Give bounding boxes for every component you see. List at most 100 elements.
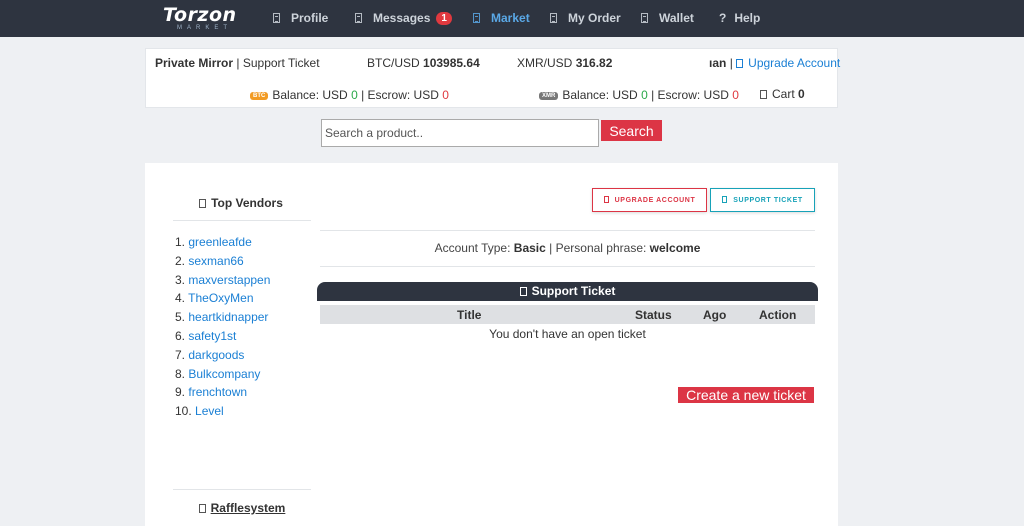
top-navbar: Torzon MARKET Profile Messages 1 Market … (0, 0, 1024, 37)
nav-help-label: Help (734, 11, 761, 25)
btc-coin-icon: BTC (250, 92, 269, 100)
support-ticket-button-label: SUPPORT TICKET (733, 197, 803, 204)
divider (173, 220, 311, 221)
account-info-box: Private Mirror | Support Ticket BTC/USD … (145, 48, 840, 108)
nav-profile-label: Profile (291, 11, 329, 25)
btc-rate: BTC/USD 103985.64 (367, 56, 480, 70)
private-mirror-label: Private Mirror (155, 56, 234, 70)
nav-my-order[interactable]: My Order (550, 10, 621, 26)
btc-balance-line: BTC Balance: USD 0 | Escrow: USD 0 (250, 88, 449, 102)
xmr-coin-icon: XMR (539, 92, 559, 100)
support-ticket-link[interactable]: Support Ticket (243, 56, 320, 70)
btc-balance-label: Balance: USD (272, 88, 348, 102)
xmr-balance-value: 0 (641, 88, 648, 102)
vendor-link[interactable]: frenchtown (188, 385, 247, 399)
xmr-rate-value: 316.82 (575, 56, 613, 70)
document-icon (550, 13, 557, 23)
list-item: 2. sexman66 (175, 254, 270, 273)
list-item: 4. TheOxyMen (175, 291, 270, 310)
rafflesystem-label: Rafflesystem (210, 501, 286, 515)
nav-messages-label: Messages (373, 11, 431, 25)
upgrade-account-link[interactable]: Upgrade Account (748, 56, 840, 70)
support-ticket-button[interactable]: SUPPORT TICKET (710, 188, 815, 212)
btc-escrow-value: 0 (442, 88, 449, 102)
nav-my-order-label: My Order (568, 11, 621, 25)
btc-escrow-label: | Escrow: USD (361, 88, 439, 102)
torzon-logo[interactable]: Torzon MARKET (163, 4, 243, 32)
divider (320, 266, 815, 267)
vendor-rank: 7. (175, 347, 186, 362)
list-item: 10. Level (175, 404, 270, 423)
separator: | (236, 56, 240, 70)
vendor-link[interactable]: Level (195, 404, 224, 418)
btc-balance-value: 0 (351, 88, 358, 102)
list-item: 6. safety1st (175, 329, 270, 348)
search-input[interactable] (321, 119, 599, 147)
search-button[interactable]: Search (601, 120, 662, 141)
vendor-rank: 2. (175, 253, 186, 268)
upgrade-account-button[interactable]: UPGRADE ACCOUNT (592, 188, 707, 212)
mirror-support-line: Private Mirror | Support Ticket (155, 56, 320, 70)
vendor-link[interactable]: TheOxyMen (188, 291, 253, 305)
xmr-balance-line: XMR Balance: USD 0 | Escrow: USD 0 (539, 88, 739, 102)
support-ticket-header: Support Ticket (317, 282, 818, 301)
nav-wallet-label: Wallet (659, 11, 694, 25)
document-icon (198, 504, 206, 513)
nav-help[interactable]: ? Help (719, 10, 760, 26)
btc-rate-value: 103985.64 (423, 56, 480, 70)
btc-rate-label: BTC/USD (367, 56, 420, 70)
document-icon (722, 196, 728, 203)
separator: | (729, 56, 733, 70)
vendor-rank: 5. (175, 310, 186, 325)
column-header-action: Action (759, 308, 797, 322)
divider (320, 230, 815, 231)
document-icon (641, 13, 648, 23)
nav-market[interactable]: Market (473, 10, 530, 26)
support-ticket-title: Support Ticket (531, 284, 616, 298)
vendor-link[interactable]: sexman66 (188, 254, 243, 268)
xmr-rate-label: XMR/USD (517, 56, 573, 70)
vendor-link[interactable]: safety1st (188, 329, 236, 343)
column-header-title: Title (457, 308, 482, 322)
list-item: 8. Bulkcompany (175, 367, 270, 386)
vendor-link[interactable]: darkgoods (188, 348, 244, 362)
vendor-link[interactable]: heartkidnapper (188, 310, 268, 324)
vendor-rank: 6. (175, 328, 186, 343)
create-ticket-button[interactable]: Create a new ticket (678, 387, 814, 403)
vendor-rank: 4. (175, 291, 186, 306)
account-type-label: Account Type: (434, 241, 511, 255)
xmr-escrow-value: 0 (732, 88, 739, 102)
logo-subtext: MARKET (177, 25, 233, 31)
list-item: 9. frenchtown (175, 385, 270, 404)
vendor-rank: 8. (175, 366, 186, 381)
ticket-table-header: Title Status Ago Action (320, 305, 815, 324)
document-icon (273, 13, 280, 23)
top-vendors-label: Top Vendors (211, 196, 283, 210)
vendor-link[interactable]: Bulkcompany (188, 367, 260, 381)
list-item: 3. maxverstappen (175, 273, 270, 292)
nav-wallet[interactable]: Wallet (641, 10, 694, 26)
cart-link[interactable]: Cart 0 (760, 87, 805, 101)
cart-count: 0 (798, 87, 805, 101)
personal-phrase-value: welcome (649, 241, 701, 255)
logo-text: Torzon (163, 4, 237, 26)
vendor-link[interactable]: maxverstappen (188, 273, 270, 287)
nav-profile[interactable]: Profile (273, 10, 328, 26)
empty-tickets-message: You don't have an open ticket (489, 327, 646, 341)
document-icon (519, 287, 527, 296)
top-vendors-title: Top Vendors (172, 196, 310, 210)
vendor-link[interactable]: greenleafde (188, 235, 251, 249)
username[interactable]: ıan (709, 56, 726, 70)
account-type-value: Basic (513, 241, 546, 255)
question-icon: ? (719, 11, 727, 25)
document-icon (473, 13, 480, 23)
rafflesystem-link[interactable]: Rafflesystem (173, 501, 311, 515)
personal-phrase-label: | Personal phrase: (549, 241, 647, 255)
list-item: 1. greenleafde (175, 235, 270, 254)
list-item: 7. darkgoods (175, 348, 270, 367)
nav-messages[interactable]: Messages 1 (355, 10, 452, 26)
vendor-rank: 9. (175, 385, 186, 400)
vendor-rank: 10. (175, 404, 192, 419)
document-icon (199, 199, 207, 208)
upgrade-account-button-label: UPGRADE ACCOUNT (614, 197, 696, 204)
